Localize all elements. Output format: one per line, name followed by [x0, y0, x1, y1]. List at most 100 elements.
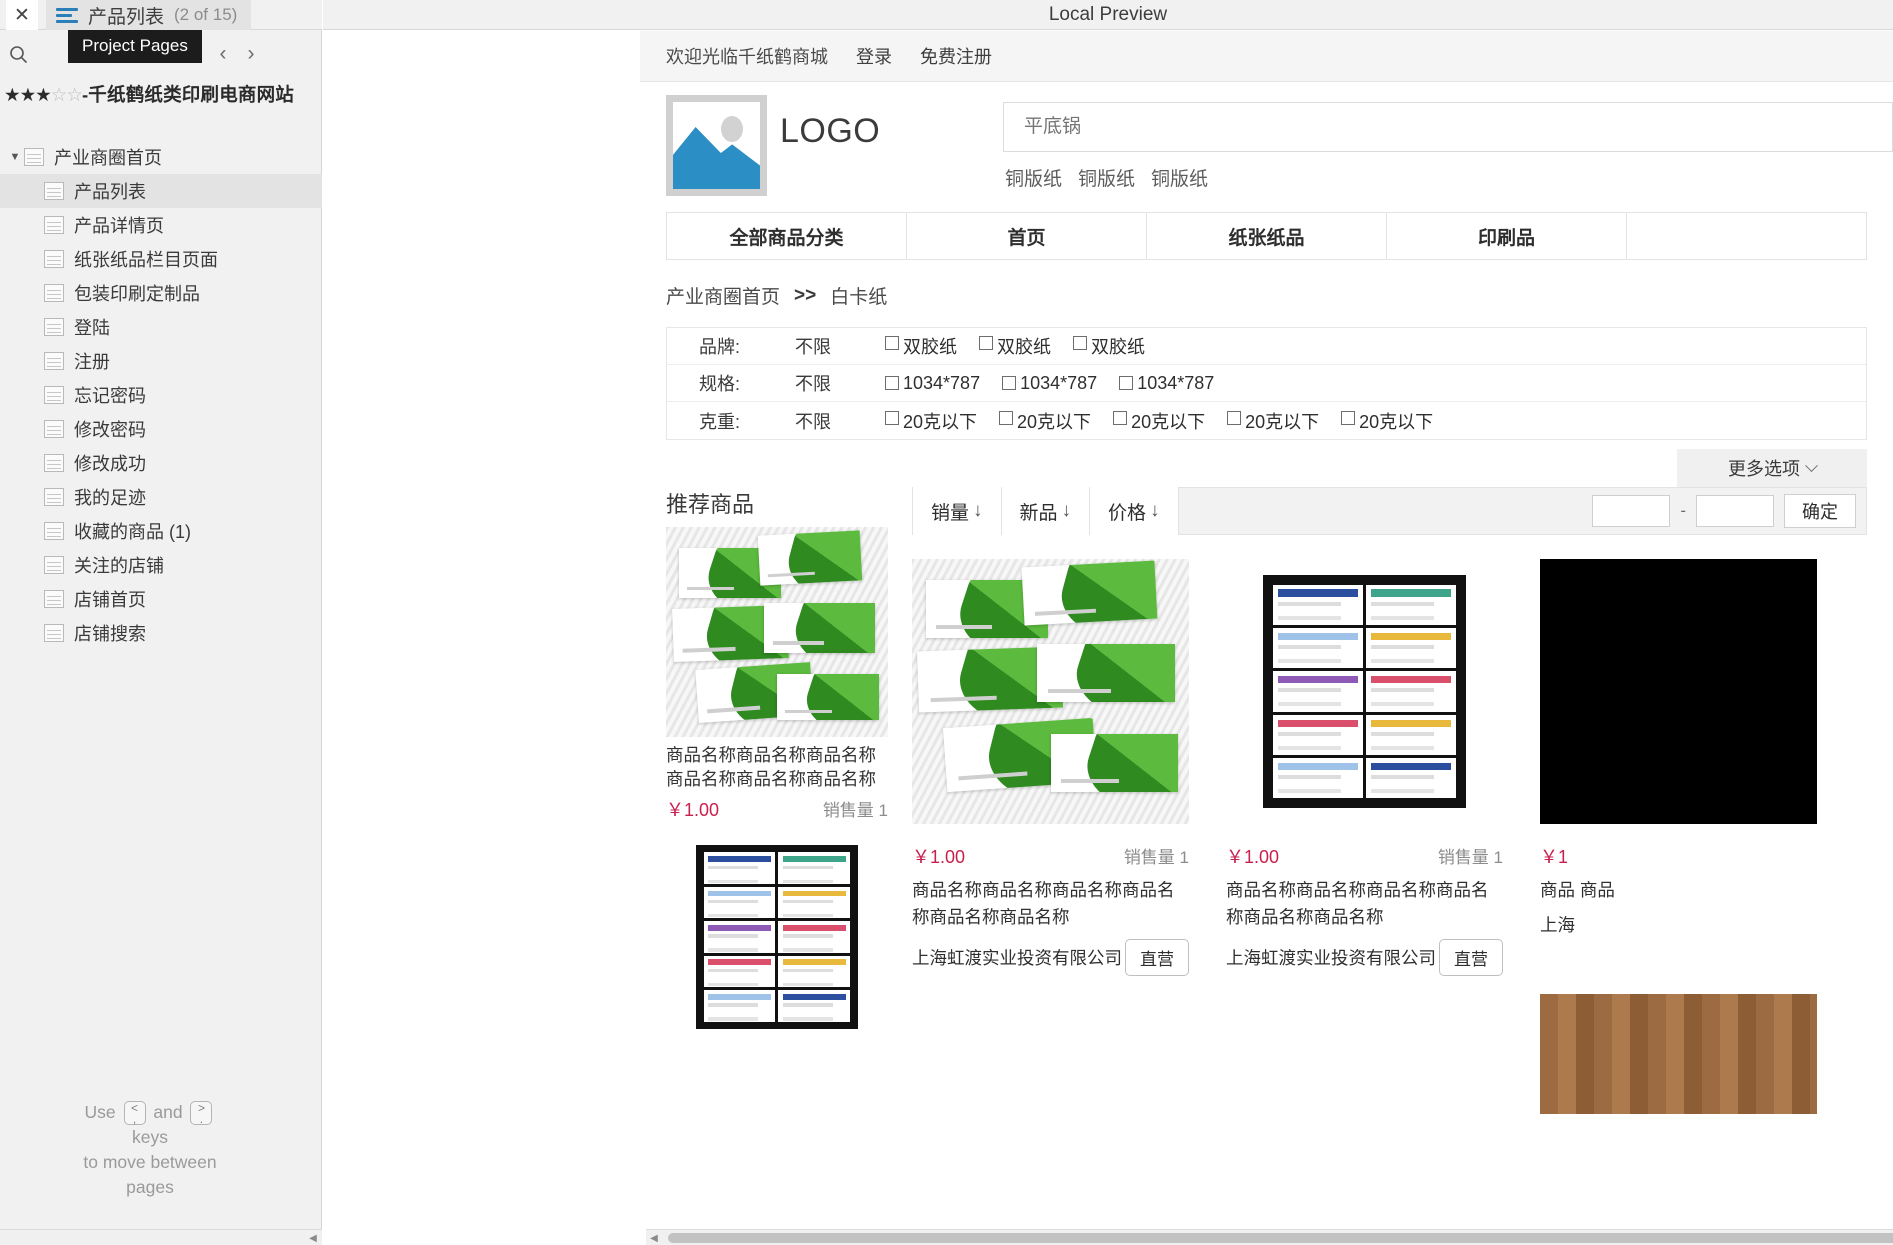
product-thumbnail[interactable] — [666, 832, 888, 1042]
product-name: 商品 商品 — [1540, 880, 1615, 900]
tree-item-label: 产品详情页 — [74, 216, 164, 236]
checkbox-icon[interactable] — [999, 410, 1014, 425]
search-input[interactable] — [1003, 102, 1893, 152]
tree-item-login[interactable]: 登陆 — [0, 310, 322, 344]
sort-by-sales[interactable]: 销量 ↓ — [913, 487, 1002, 535]
recommended-item[interactable] — [666, 832, 888, 1042]
checkbox-icon[interactable] — [1073, 336, 1087, 350]
tree-item-paper-category[interactable]: 纸张纸品栏目页面 — [0, 242, 322, 276]
checkbox-icon[interactable] — [1002, 375, 1017, 390]
tree-item-change-success[interactable]: 修改成功 — [0, 446, 322, 480]
search-icon[interactable] — [0, 37, 36, 71]
checkbox-icon[interactable] — [885, 336, 899, 350]
nav-item-paper[interactable]: 纸张纸品 — [1147, 213, 1387, 259]
hot-keyword-2[interactable]: 铜版纸 — [1078, 164, 1135, 191]
filter-option[interactable]: 1034*787 — [1119, 373, 1214, 394]
tree-item-shop-search[interactable]: 店铺搜索 — [0, 616, 322, 650]
shop-name[interactable]: 上海虹渡实业投资有限公司 — [1226, 945, 1436, 970]
nav-item-printing[interactable]: 印刷品 — [1387, 213, 1627, 259]
filter-option[interactable]: 双胶纸 — [1073, 333, 1145, 359]
filter-option[interactable]: 20克以下 — [1341, 408, 1433, 434]
hot-keyword-3[interactable]: 铜版纸 — [1151, 164, 1208, 191]
tree-item-forgot-password[interactable]: 忘记密码 — [0, 378, 322, 412]
nav-item-all-categories[interactable]: 全部商品分类 — [667, 213, 907, 259]
page-tab-title: 产品列表 — [88, 6, 165, 28]
preview-header: Local Preview — [323, 0, 1893, 30]
page-icon — [44, 454, 64, 472]
price-min-input[interactable] — [1592, 495, 1671, 527]
filter-option[interactable]: 双胶纸 — [979, 333, 1051, 359]
tree-item-product-list[interactable]: 产品列表 — [0, 174, 322, 208]
checkbox-icon[interactable] — [1341, 410, 1356, 425]
tree-item-packaging-print[interactable]: 包装印刷定制品 — [0, 276, 322, 310]
tree-item-followed-shops[interactable]: 关注的店铺 — [0, 548, 322, 582]
keyboard-hint-line3: to move between — [83, 1152, 217, 1172]
confirm-price-button[interactable]: 确定 — [1784, 494, 1856, 528]
breadcrumb-home[interactable]: 产业商圈首页 — [666, 282, 780, 309]
hot-keyword-1[interactable]: 铜版纸 — [1005, 164, 1062, 191]
project-pages-panel: ✕ 产品列表 (2 of 15) Project Pages ‹ › ★★★☆☆… — [0, 0, 322, 1245]
tree-item-root[interactable]: ▼ 产业商圈首页 — [0, 140, 322, 174]
checkbox-icon[interactable] — [979, 336, 993, 350]
page-tab-chip[interactable]: 产品列表 (2 of 15) — [46, 0, 252, 30]
sort-by-new[interactable]: 新品 ↓ — [1001, 487, 1091, 535]
tree-item-label: 包装印刷定制品 — [74, 284, 200, 304]
tree-item-product-detail[interactable]: 产品详情页 — [0, 208, 322, 242]
filter-option[interactable]: 20克以下 — [1227, 408, 1319, 434]
register-link[interactable]: 免费注册 — [920, 43, 992, 69]
close-icon[interactable]: ✕ — [6, 0, 38, 30]
checkbox-icon[interactable] — [885, 375, 899, 390]
preview-canvas: Local Preview 欢迎光临千纸鹤商城 登录 免费注册 LOGO 平底锅… — [323, 0, 1893, 1245]
product-thumbnail[interactable] — [912, 559, 1189, 824]
filter-any-option[interactable]: 不限 — [795, 333, 885, 359]
checkbox-icon[interactable] — [885, 410, 899, 425]
filter-row-spec: 规格: 不限 1034*787 1034*787 1034*787 — [667, 365, 1866, 402]
product-list-column: 销量 ↓ 新品 ↓ 价格 ↓ - 确定 ￥1.00 销售量 1 商品名称商品名称… — [912, 487, 1867, 1114]
checkbox-icon[interactable] — [1227, 410, 1242, 425]
sort-by-price[interactable]: 价格 ↓ — [1090, 487, 1179, 535]
filter-option[interactable]: 1034*787 — [885, 373, 980, 394]
product-thumbnail[interactable] — [1540, 559, 1817, 824]
filter-option[interactable]: 20克以下 — [999, 408, 1091, 434]
recommended-item[interactable]: 商品名称商品名称商品名称商品名称商品名称商品名称 ￥1.00 销售量 1 — [666, 527, 888, 822]
nav-item-home[interactable]: 首页 — [907, 213, 1147, 259]
previous-page-icon[interactable]: ‹ — [208, 37, 238, 71]
filter-any-option[interactable]: 不限 — [795, 370, 885, 396]
next-page-icon[interactable]: › — [236, 37, 266, 71]
price-max-input[interactable] — [1696, 495, 1774, 527]
shop-name[interactable]: 上海 — [1540, 912, 1575, 937]
tree-item-register[interactable]: 注册 — [0, 344, 322, 378]
panel-horizontal-scrollbar[interactable]: ◀ — [0, 1229, 322, 1245]
shop-name[interactable]: 上海虹渡实业投资有限公司 — [912, 945, 1122, 970]
filter-option[interactable]: 1034*787 — [1002, 373, 1097, 394]
scroll-left-icon[interactable]: ◀ — [646, 1230, 662, 1245]
filter-option[interactable]: 20克以下 — [885, 408, 977, 434]
chevron-down-icon — [1805, 458, 1818, 472]
checkbox-icon[interactable] — [1119, 375, 1134, 390]
product-sales: 销售量 1 — [1123, 848, 1189, 867]
tree-item-favorite-products[interactable]: 收藏的商品 (1) — [0, 514, 322, 548]
filter-option[interactable]: 20克以下 — [1113, 408, 1205, 434]
filter-option[interactable]: 双胶纸 — [885, 333, 957, 359]
nav-item-extra[interactable] — [1627, 213, 1866, 259]
keyboard-hint-line4: pages — [126, 1177, 174, 1197]
scroll-left-icon[interactable]: ◀ — [306, 1230, 320, 1245]
product-card[interactable]: ￥1 商品 商品 上海 — [1540, 559, 1817, 976]
more-options-button[interactable]: 更多选项 — [1677, 449, 1867, 487]
page-icon — [44, 250, 64, 268]
product-thumbnail[interactable] — [1540, 994, 1817, 1114]
product-card[interactable]: ￥1.00 销售量 1 商品名称商品名称商品名称商品名称商品名称商品名称 上海虹… — [1226, 559, 1503, 976]
horizontal-scrollbar[interactable]: ◀ ▶ — [646, 1229, 1893, 1245]
scrollbar-thumb[interactable] — [668, 1233, 1893, 1243]
filter-any-option[interactable]: 不限 — [795, 408, 885, 434]
product-thumbnail[interactable] — [666, 527, 888, 737]
checkbox-icon[interactable] — [1113, 410, 1128, 425]
tree-item-my-footprint[interactable]: 我的足迹 — [0, 480, 322, 514]
chevron-down-icon[interactable]: ▼ — [6, 151, 24, 163]
product-thumbnail[interactable] — [1226, 559, 1503, 824]
tree-item-label: 收藏的商品 (1) — [74, 522, 191, 542]
tree-item-change-password[interactable]: 修改密码 — [0, 412, 322, 446]
login-link[interactable]: 登录 — [856, 43, 892, 69]
product-card[interactable]: ￥1.00 销售量 1 商品名称商品名称商品名称商品名称商品名称商品名称 上海虹… — [912, 559, 1189, 976]
tree-item-shop-home[interactable]: 店铺首页 — [0, 582, 322, 616]
